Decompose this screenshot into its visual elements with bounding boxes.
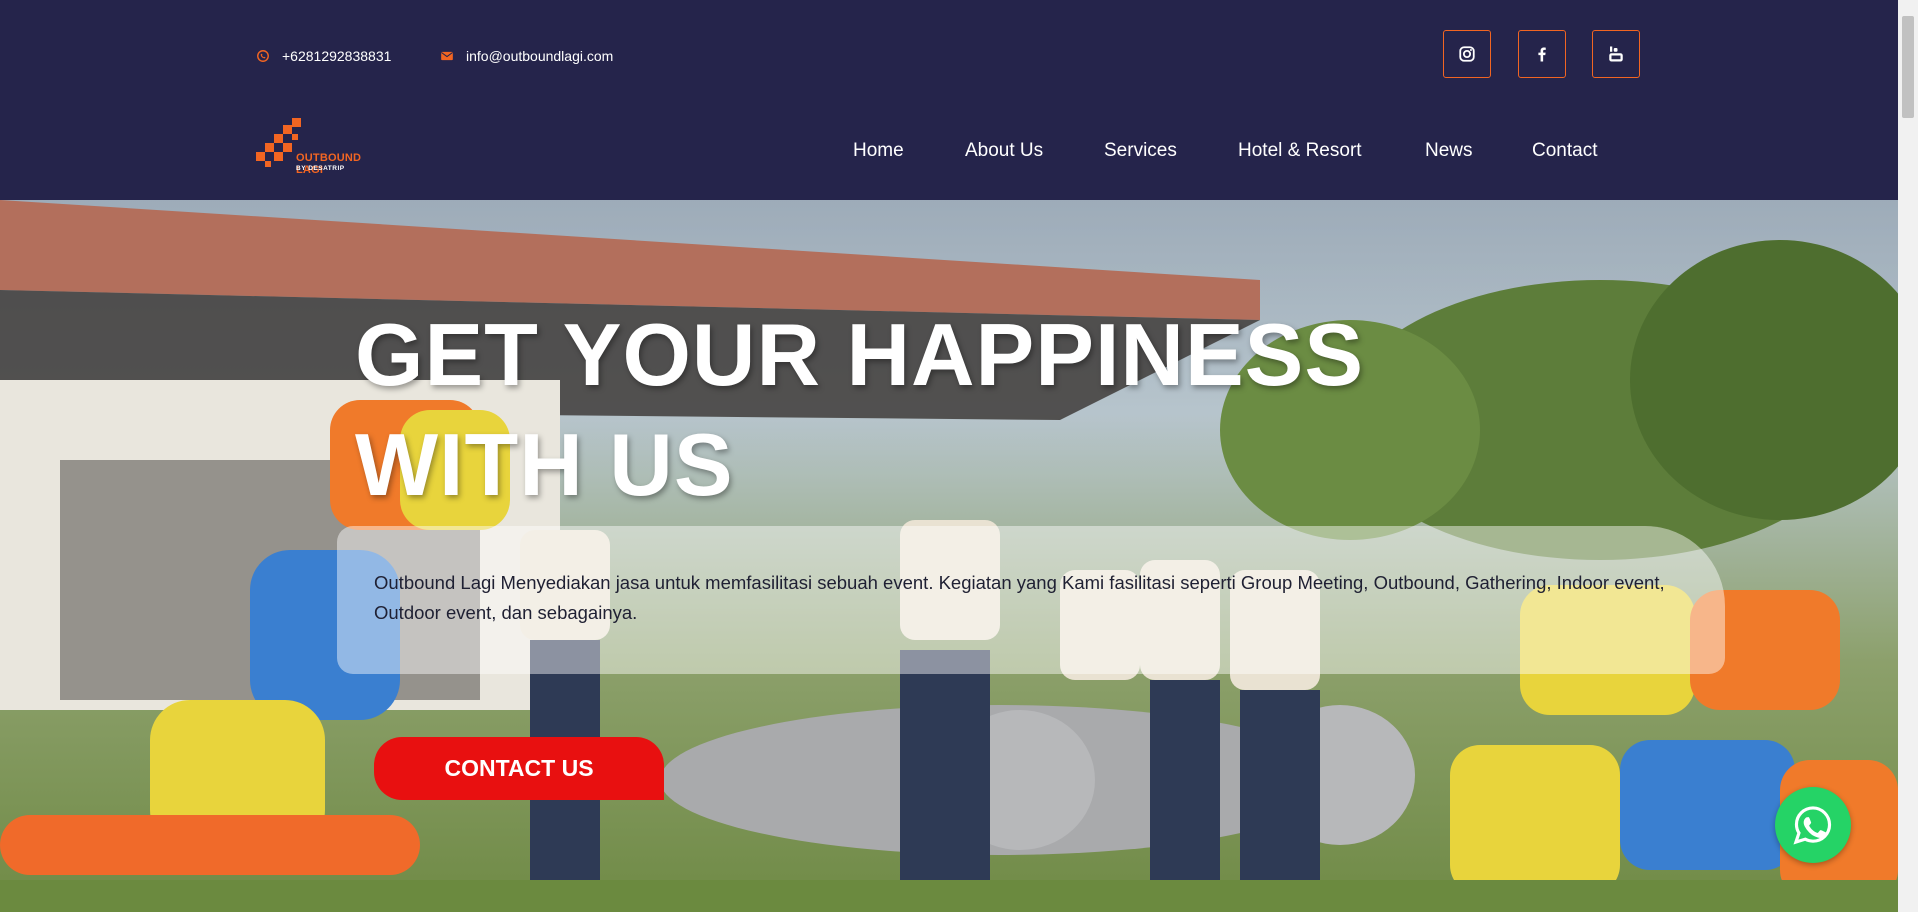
nav-about-us[interactable]: About Us <box>965 140 1043 162</box>
facebook-icon <box>1538 47 1546 62</box>
instagram-icon <box>1459 46 1475 62</box>
email-address: info@outboundlagi.com <box>466 48 614 64</box>
logo-subtitle: BY DESATRIP <box>296 165 345 172</box>
instagram-button[interactable] <box>1443 30 1491 78</box>
hero-headline: GET YOUR HAPPINESS WITH US <box>355 300 1455 520</box>
email-contact[interactable]: info@outboundlagi.com <box>440 47 613 65</box>
nav-news[interactable]: News <box>1425 140 1473 162</box>
top-bar: +6281292838831 info@outboundlagi.com <box>0 0 1898 98</box>
scrollbar-thumb[interactable] <box>1902 16 1914 118</box>
headline-line-1: GET YOUR HAPPINESS <box>355 305 1365 404</box>
site-logo[interactable]: OUTBOUND LAGI BY DESATRIP <box>256 118 386 178</box>
phone-contact[interactable]: +6281292838831 <box>256 47 391 65</box>
facebook-button[interactable] <box>1518 30 1566 78</box>
hero-description-box: Outbound Lagi Menyediakan jasa untuk mem… <box>337 526 1725 674</box>
whatsapp-icon <box>257 50 269 62</box>
headline-line-2: WITH US <box>355 415 734 514</box>
logo-brand: OUTBOUND LAGI <box>296 152 362 176</box>
envelope-icon <box>441 51 453 61</box>
nav-services[interactable]: Services <box>1104 140 1177 162</box>
nav-hotel-resort[interactable]: Hotel & Resort <box>1238 140 1362 162</box>
whatsapp-floating-button[interactable] <box>1775 787 1851 863</box>
hero-description: Outbound Lagi Menyediakan jasa untuk mem… <box>374 572 1665 623</box>
page: +6281292838831 info@outboundlagi.com OUT… <box>0 0 1898 912</box>
main-navbar: OUTBOUND LAGI BY DESATRIP Home About Us … <box>0 98 1898 200</box>
nav-contact[interactable]: Contact <box>1532 140 1597 162</box>
youtube-button[interactable] <box>1592 30 1640 78</box>
page-scrollbar[interactable] <box>1898 0 1918 912</box>
contact-us-button[interactable]: CONTACT US <box>374 737 664 800</box>
whatsapp-icon <box>1793 806 1832 845</box>
hero-section: GET YOUR HAPPINESS WITH US Outbound Lagi… <box>0 200 1898 912</box>
youtube-icon <box>1609 46 1623 62</box>
phone-number: +6281292838831 <box>282 48 392 64</box>
nav-home[interactable]: Home <box>853 140 904 162</box>
